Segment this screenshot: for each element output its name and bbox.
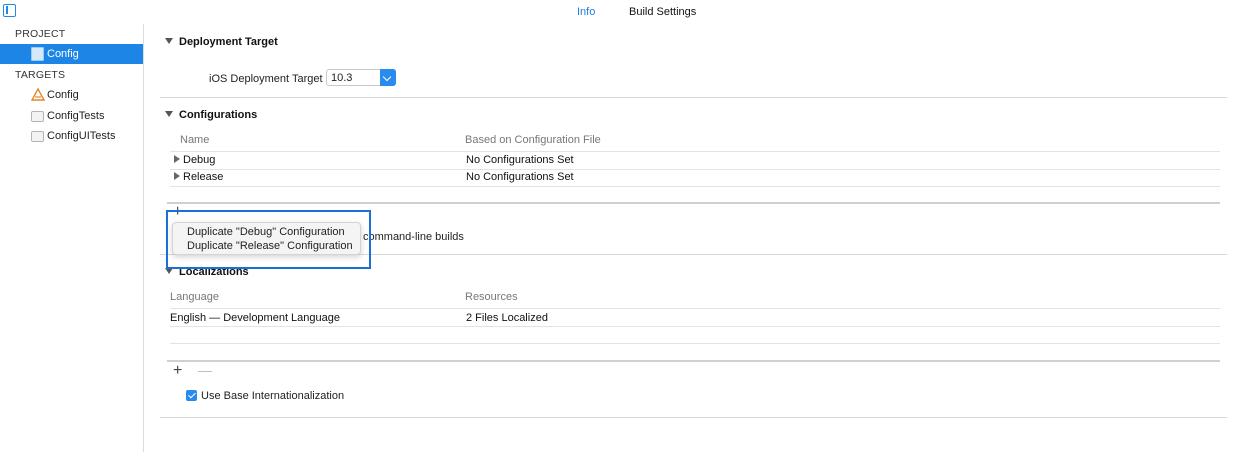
test-bundle-icon — [31, 131, 44, 142]
column-header-name[interactable]: Name — [180, 134, 209, 146]
sidebar-item-label: ConfigUITests — [47, 130, 116, 142]
deployment-target-label: iOS Deployment Target — [209, 73, 323, 85]
config-file-cell: No Configurations Set — [466, 154, 574, 166]
divider — [170, 308, 1220, 309]
test-bundle-icon — [31, 111, 44, 122]
deployment-target-section-header[interactable]: Deployment Target — [165, 36, 278, 48]
configurations-section-header[interactable]: Configurations — [165, 109, 257, 121]
config-name: Release — [183, 171, 224, 183]
targets-header: TARGETS — [15, 69, 66, 81]
resources-cell: 2 Files Localized — [466, 312, 548, 324]
disclosure-triangle-icon[interactable] — [165, 111, 173, 117]
table-control-divider — [167, 360, 1220, 362]
divider — [160, 97, 1227, 98]
project-file-icon — [31, 47, 44, 61]
language-cell: English — Development Language — [170, 312, 341, 324]
remove-localization-button[interactable]: — — [198, 363, 212, 377]
navigator-toggle-icon[interactable] — [3, 4, 16, 17]
divider — [160, 417, 1227, 418]
sidebar-item-target-configtests[interactable]: ConfigTests — [0, 106, 143, 126]
use-base-internationalization-checkbox[interactable] — [186, 390, 197, 401]
column-header-language[interactable]: Language — [170, 291, 219, 303]
command-line-builds-label: command-line builds — [363, 231, 464, 243]
config-name-cell[interactable]: Release — [174, 171, 223, 183]
app-target-icon — [30, 87, 46, 102]
use-base-internationalization-label[interactable]: Use Base Internationalization — [201, 390, 344, 402]
tab-info[interactable]: Info — [577, 6, 595, 18]
deployment-target-select[interactable]: 10.3 — [326, 69, 396, 86]
sidebar-item-label: Config — [47, 48, 79, 60]
config-name: Debug — [183, 154, 216, 166]
config-name-cell[interactable]: Debug — [174, 154, 215, 166]
config-file-cell: No Configurations Set — [466, 171, 574, 183]
disclosure-triangle-icon[interactable] — [165, 38, 173, 44]
sidebar-item-project-config[interactable]: Config — [0, 44, 143, 64]
table-control-divider — [167, 202, 1220, 204]
section-title: Configurations — [179, 109, 258, 121]
sidebar-item-target-config[interactable]: Config — [0, 85, 143, 105]
disclosure-triangle-icon[interactable] — [174, 155, 180, 163]
top-tab-bar: Info Build Settings — [0, 0, 1240, 24]
divider — [170, 169, 1220, 170]
column-header-based-on[interactable]: Based on Configuration File — [465, 134, 601, 146]
project-header: PROJECT — [15, 28, 66, 40]
divider — [170, 326, 1220, 327]
disclosure-triangle-icon[interactable] — [174, 172, 180, 180]
section-title: Deployment Target — [179, 36, 278, 48]
column-header-resources[interactable]: Resources — [465, 291, 518, 303]
divider — [170, 151, 1220, 152]
divider — [170, 343, 1220, 344]
divider — [170, 186, 1220, 187]
annotation-highlight-box — [166, 210, 371, 269]
project-navigator: PROJECT Config TARGETS Config ConfigTest… — [0, 24, 144, 452]
deployment-target-value: 10.3 — [331, 72, 353, 84]
add-localization-button[interactable]: + — [173, 363, 182, 379]
tab-build-settings[interactable]: Build Settings — [629, 6, 696, 18]
sidebar-item-target-configuitests[interactable]: ConfigUITests — [0, 126, 143, 146]
chevron-down-icon[interactable] — [380, 69, 396, 86]
sidebar-item-label: Config — [47, 89, 79, 101]
sidebar-item-label: ConfigTests — [47, 110, 105, 122]
